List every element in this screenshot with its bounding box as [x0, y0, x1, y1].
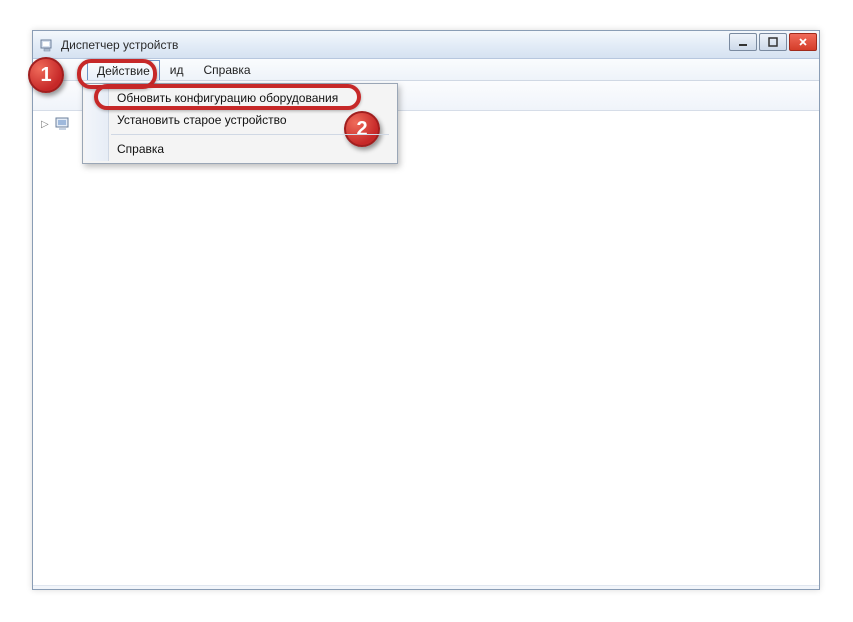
- annotation-badge-1: 1: [28, 57, 64, 93]
- menu-item-add-legacy-hardware[interactable]: Установить старое устройство: [111, 109, 395, 131]
- titlebar[interactable]: Диспетчер устройств: [33, 31, 819, 59]
- minimize-button[interactable]: [729, 33, 757, 51]
- device-manager-icon: [39, 37, 55, 53]
- window-title: Диспетчер устройств: [61, 38, 178, 52]
- action-dropdown-menu: Обновить конфигурацию оборудования Устан…: [82, 83, 398, 164]
- computer-icon: [55, 117, 71, 131]
- device-tree-area[interactable]: ▷: [33, 111, 819, 585]
- statusbar: [33, 585, 819, 589]
- maximize-button[interactable]: [759, 33, 787, 51]
- close-button[interactable]: [789, 33, 817, 51]
- menubar: Действие ид Справка: [33, 59, 819, 81]
- menu-action[interactable]: Действие: [87, 60, 160, 80]
- menu-separator: [111, 134, 389, 135]
- menu-help[interactable]: Справка: [193, 59, 260, 80]
- menu-view[interactable]: ид: [160, 59, 194, 80]
- dropdown-icon-gutter: [85, 86, 109, 161]
- menu-item-scan-hardware[interactable]: Обновить конфигурацию оборудования: [111, 87, 395, 109]
- menu-item-dropdown-help[interactable]: Справка: [111, 138, 395, 160]
- expand-icon[interactable]: ▷: [41, 119, 51, 130]
- window-controls: [729, 33, 817, 51]
